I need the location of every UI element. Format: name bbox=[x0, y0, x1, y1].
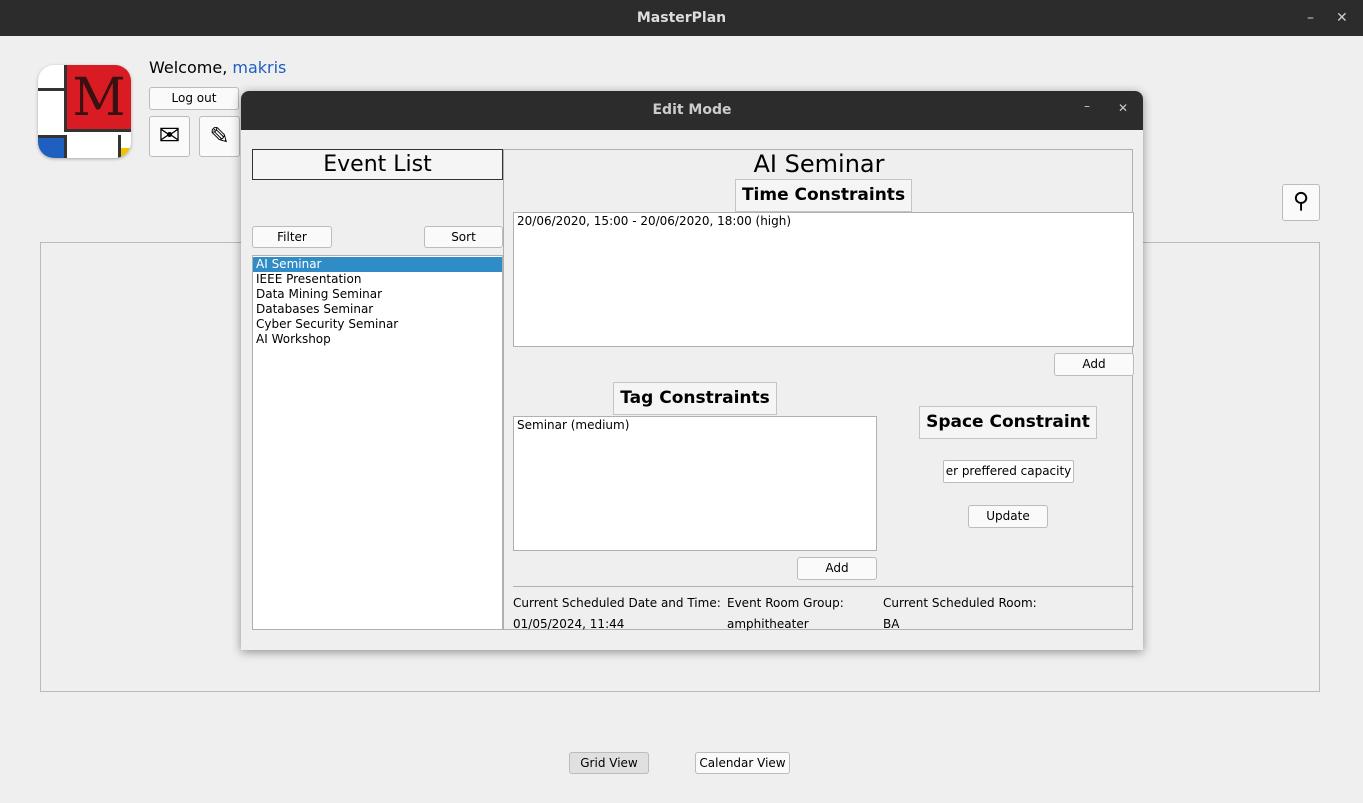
logout-button[interactable]: Log out bbox=[149, 87, 239, 110]
search-icon: ⚲ bbox=[1292, 189, 1310, 214]
pencil-icon: ✎ bbox=[209, 122, 230, 150]
window-titlebar: MasterPlan bbox=[0, 0, 1363, 36]
event-title: AI Seminar bbox=[753, 150, 885, 178]
sort-button[interactable]: Sort bbox=[424, 226, 503, 248]
welcome-text: Welcome, makris bbox=[149, 58, 287, 77]
divider bbox=[513, 586, 1134, 587]
event-list-item[interactable]: IEEE Presentation bbox=[253, 272, 502, 287]
room-group-value: amphitheater bbox=[727, 617, 809, 631]
dialog-minimize-button[interactable]: – bbox=[1084, 99, 1090, 113]
event-list[interactable]: AI Seminar IEEE Presentation Data Mining S… bbox=[252, 255, 503, 630]
scheduled-room-label: Current Scheduled Room: bbox=[883, 596, 1037, 610]
dialog-close-button[interactable]: ✕ bbox=[1118, 101, 1128, 115]
time-constraints-header: Time Constraints bbox=[735, 179, 912, 212]
list-item[interactable]: 20/06/2020, 15:00 - 20/06/2020, 18:00 (h… bbox=[517, 214, 1130, 228]
event-details-panel: AI Seminar Time Constraints 20/06/2020, … bbox=[503, 149, 1134, 631]
minimize-button[interactable]: – bbox=[1307, 0, 1314, 36]
filter-button[interactable]: Filter bbox=[252, 226, 332, 248]
grid-view-button[interactable]: Grid View bbox=[569, 752, 649, 774]
window-title: MasterPlan bbox=[636, 10, 727, 26]
preferred-capacity-input[interactable]: er preffered capacity bbox=[943, 460, 1074, 483]
list-item[interactable]: Seminar (medium) bbox=[517, 418, 873, 432]
scheduled-room-value: BA bbox=[883, 617, 900, 631]
event-list-item[interactable]: Data Mining Seminar bbox=[253, 287, 502, 302]
tag-constraints-header: Tag Constraints bbox=[613, 382, 777, 415]
dialog-titlebar: Edit Mode bbox=[241, 91, 1143, 130]
mail-button[interactable]: ✉ bbox=[149, 116, 190, 157]
edit-mode-dialog: Edit Mode – ✕ Event List Filter Sort AI … bbox=[241, 91, 1143, 650]
event-list-item[interactable]: Cyber Security Seminar bbox=[253, 317, 502, 332]
username: makris bbox=[232, 58, 287, 77]
calendar-view-button[interactable]: Calendar View bbox=[695, 752, 790, 774]
event-list-item[interactable]: Databases Seminar bbox=[253, 302, 502, 317]
tag-constraints-list[interactable]: Seminar (medium) bbox=[513, 416, 877, 551]
event-list-item[interactable]: AI Seminar bbox=[253, 257, 502, 272]
space-constraint-header: Space Constraint bbox=[919, 406, 1097, 439]
update-button[interactable]: Update bbox=[968, 505, 1048, 528]
event-list-title: Event List bbox=[252, 149, 503, 180]
app-logo: M bbox=[38, 65, 131, 158]
event-list-item[interactable]: AI Workshop bbox=[253, 332, 502, 347]
close-button[interactable]: ✕ bbox=[1336, 0, 1348, 36]
room-group-label: Event Room Group: bbox=[727, 596, 844, 610]
time-constraints-list[interactable]: 20/06/2020, 15:00 - 20/06/2020, 18:00 (h… bbox=[513, 212, 1134, 347]
scheduled-date-value: 01/05/2024, 11:44 bbox=[513, 617, 625, 631]
edit-button[interactable]: ✎ bbox=[199, 116, 240, 157]
add-time-constraint-button[interactable]: Add bbox=[1054, 353, 1134, 376]
dialog-title: Edit Mode bbox=[652, 102, 732, 118]
search-button[interactable]: ⚲ bbox=[1282, 184, 1320, 221]
scheduled-date-label: Current Scheduled Date and Time: bbox=[513, 596, 721, 610]
envelope-icon: ✉ bbox=[158, 121, 181, 151]
add-tag-constraint-button[interactable]: Add bbox=[797, 557, 877, 580]
